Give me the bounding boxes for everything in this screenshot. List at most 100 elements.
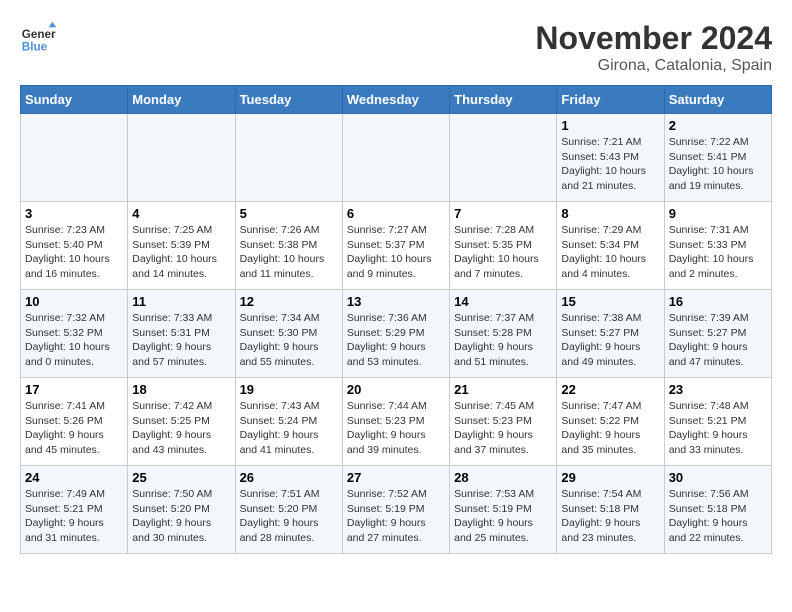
calendar-cell: 19 Sunrise: 7:43 AMSunset: 5:24 PMDayligh… (235, 378, 342, 466)
day-number: 12 (240, 294, 338, 309)
day-number: 30 (669, 470, 767, 485)
day-info: Sunrise: 7:45 AMSunset: 5:23 PMDaylight:… (454, 399, 552, 458)
calendar-cell (235, 114, 342, 202)
day-info: Sunrise: 7:29 AMSunset: 5:34 PMDaylight:… (561, 223, 659, 282)
day-info: Sunrise: 7:38 AMSunset: 5:27 PMDaylight:… (561, 311, 659, 370)
calendar-cell: 9Sunrise: 7:31 AMSunset: 5:33 PMDaylight… (664, 202, 771, 290)
day-info: Sunrise: 7:56 AMSunset: 5:18 PMDaylight:… (669, 487, 767, 546)
day-info: Sunrise: 7:54 AMSunset: 5:18 PMDaylight:… (561, 487, 659, 546)
day-number: 15 (561, 294, 659, 309)
week-row-3: 17 Sunrise: 7:41 AMSunset: 5:26 PMDayligh… (21, 378, 772, 466)
day-number: 20 (347, 382, 445, 397)
day-info: Sunrise: 7:31 AMSunset: 5:33 PMDaylight:… (669, 223, 767, 282)
day-number: 23 (669, 382, 767, 397)
day-number: 5 (240, 206, 338, 221)
svg-text:General: General (22, 28, 56, 41)
day-number: 11 (132, 294, 230, 309)
header-friday: Friday (557, 86, 664, 114)
week-row-1: 3 Sunrise: 7:23 AMSunset: 5:40 PMDaylight… (21, 202, 772, 290)
calendar-cell: 2 Sunrise: 7:22 AMSunset: 5:41 PMDaylight… (664, 114, 771, 202)
day-number: 2 (669, 118, 767, 133)
day-number: 28 (454, 470, 552, 485)
day-number: 19 (240, 382, 338, 397)
calendar-cell: 4 Sunrise: 7:25 AMSunset: 5:39 PMDaylight… (128, 202, 235, 290)
header-sunday: Sunday (21, 86, 128, 114)
day-info: Sunrise: 7:47 AMSunset: 5:22 PMDaylight:… (561, 399, 659, 458)
day-info: Sunrise: 7:25 AMSunset: 5:39 PMDaylight:… (132, 223, 230, 282)
calendar-cell: 16Sunrise: 7:39 AMSunset: 5:27 PMDayligh… (664, 290, 771, 378)
calendar-cell: 20 Sunrise: 7:44 AMSunset: 5:23 PMDayligh… (342, 378, 449, 466)
day-number: 18 (132, 382, 230, 397)
day-info: Sunrise: 7:43 AMSunset: 5:24 PMDaylight:… (240, 399, 338, 458)
day-number: 21 (454, 382, 552, 397)
calendar-cell: 24 Sunrise: 7:49 AMSunset: 5:21 PMDayligh… (21, 466, 128, 554)
week-row-4: 24 Sunrise: 7:49 AMSunset: 5:21 PMDayligh… (21, 466, 772, 554)
day-info: Sunrise: 7:53 AMSunset: 5:19 PMDaylight:… (454, 487, 552, 546)
calendar-cell: 13 Sunrise: 7:36 AMSunset: 5:29 PMDayligh… (342, 290, 449, 378)
calendar-table: Sunday Monday Tuesday Wednesday Thursday… (20, 85, 772, 554)
calendar-cell: 30 Sunrise: 7:56 AMSunset: 5:18 PMDayligh… (664, 466, 771, 554)
day-info: Sunrise: 7:23 AMSunset: 5:40 PMDaylight:… (25, 223, 123, 282)
day-info: Sunrise: 7:42 AMSunset: 5:25 PMDaylight:… (132, 399, 230, 458)
header-saturday: Saturday (664, 86, 771, 114)
logo: General Blue (20, 20, 56, 56)
calendar-cell: 12 Sunrise: 7:34 AMSunset: 5:30 PMDayligh… (235, 290, 342, 378)
day-number: 6 (347, 206, 445, 221)
day-info: Sunrise: 7:22 AMSunset: 5:41 PMDaylight:… (669, 135, 767, 194)
location: Girona, Catalonia, Spain (535, 57, 772, 75)
header-tuesday: Tuesday (235, 86, 342, 114)
day-info: Sunrise: 7:49 AMSunset: 5:21 PMDaylight:… (25, 487, 123, 546)
calendar-cell: 26 Sunrise: 7:51 AMSunset: 5:20 PMDayligh… (235, 466, 342, 554)
header-row: Sunday Monday Tuesday Wednesday Thursday… (21, 86, 772, 114)
calendar-cell: 11 Sunrise: 7:33 AMSunset: 5:31 PMDayligh… (128, 290, 235, 378)
week-row-2: 10 Sunrise: 7:32 AMSunset: 5:32 PMDayligh… (21, 290, 772, 378)
calendar-cell: 29Sunrise: 7:54 AMSunset: 5:18 PMDayligh… (557, 466, 664, 554)
day-info: Sunrise: 7:48 AMSunset: 5:21 PMDaylight:… (669, 399, 767, 458)
calendar-cell: 10 Sunrise: 7:32 AMSunset: 5:32 PMDayligh… (21, 290, 128, 378)
calendar-cell: 28 Sunrise: 7:53 AMSunset: 5:19 PMDayligh… (450, 466, 557, 554)
day-info: Sunrise: 7:26 AMSunset: 5:38 PMDaylight:… (240, 223, 338, 282)
day-number: 8 (561, 206, 659, 221)
day-info: Sunrise: 7:50 AMSunset: 5:20 PMDaylight:… (132, 487, 230, 546)
day-info: Sunrise: 7:32 AMSunset: 5:32 PMDaylight:… (25, 311, 123, 370)
calendar-header: Sunday Monday Tuesday Wednesday Thursday… (21, 86, 772, 114)
calendar-cell (342, 114, 449, 202)
day-number: 26 (240, 470, 338, 485)
day-info: Sunrise: 7:41 AMSunset: 5:26 PMDaylight:… (25, 399, 123, 458)
calendar-cell (21, 114, 128, 202)
day-info: Sunrise: 7:51 AMSunset: 5:20 PMDaylight:… (240, 487, 338, 546)
day-number: 25 (132, 470, 230, 485)
day-info: Sunrise: 7:37 AMSunset: 5:28 PMDaylight:… (454, 311, 552, 370)
day-number: 3 (25, 206, 123, 221)
header-monday: Monday (128, 86, 235, 114)
calendar-cell: 14 Sunrise: 7:37 AMSunset: 5:28 PMDayligh… (450, 290, 557, 378)
day-number: 27 (347, 470, 445, 485)
day-info: Sunrise: 7:33 AMSunset: 5:31 PMDaylight:… (132, 311, 230, 370)
calendar-cell: 3 Sunrise: 7:23 AMSunset: 5:40 PMDaylight… (21, 202, 128, 290)
calendar-body: 1Sunrise: 7:21 AMSunset: 5:43 PMDaylight… (21, 114, 772, 554)
day-number: 10 (25, 294, 123, 309)
day-number: 16 (669, 294, 767, 309)
calendar-cell: 17 Sunrise: 7:41 AMSunset: 5:26 PMDayligh… (21, 378, 128, 466)
calendar-cell: 21 Sunrise: 7:45 AMSunset: 5:23 PMDayligh… (450, 378, 557, 466)
day-info: Sunrise: 7:34 AMSunset: 5:30 PMDaylight:… (240, 311, 338, 370)
calendar-cell: 6Sunrise: 7:27 AMSunset: 5:37 PMDaylight… (342, 202, 449, 290)
week-row-0: 1Sunrise: 7:21 AMSunset: 5:43 PMDaylight… (21, 114, 772, 202)
day-info: Sunrise: 7:44 AMSunset: 5:23 PMDaylight:… (347, 399, 445, 458)
day-info: Sunrise: 7:28 AMSunset: 5:35 PMDaylight:… (454, 223, 552, 282)
header-wednesday: Wednesday (342, 86, 449, 114)
day-number: 4 (132, 206, 230, 221)
calendar-cell: 22Sunrise: 7:47 AMSunset: 5:22 PMDayligh… (557, 378, 664, 466)
logo-icon: General Blue (20, 20, 56, 56)
svg-text:Blue: Blue (22, 41, 48, 54)
header-thursday: Thursday (450, 86, 557, 114)
calendar-cell: 7 Sunrise: 7:28 AMSunset: 5:35 PMDaylight… (450, 202, 557, 290)
day-info: Sunrise: 7:21 AMSunset: 5:43 PMDaylight:… (561, 135, 659, 194)
day-number: 7 (454, 206, 552, 221)
day-number: 17 (25, 382, 123, 397)
day-number: 24 (25, 470, 123, 485)
calendar-cell: 18 Sunrise: 7:42 AMSunset: 5:25 PMDayligh… (128, 378, 235, 466)
day-info: Sunrise: 7:36 AMSunset: 5:29 PMDaylight:… (347, 311, 445, 370)
day-number: 14 (454, 294, 552, 309)
day-number: 13 (347, 294, 445, 309)
